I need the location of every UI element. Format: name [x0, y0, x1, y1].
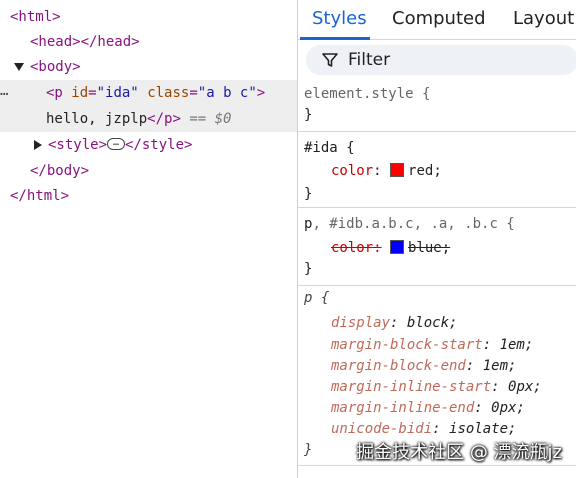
- css-value-overridden[interactable]: blue;: [408, 240, 450, 256]
- filter-icon: [322, 53, 338, 67]
- css-value: 1em;: [499, 337, 534, 353]
- html-close-tag: </html>: [10, 188, 70, 204]
- rule-close-brace: }: [304, 442, 313, 458]
- dom-node-p-selected[interactable]: … <p id="ida" class="a b c"> hello, jzpl…: [0, 80, 298, 132]
- rule-selector: p {: [304, 290, 330, 306]
- expand-toggle-icon[interactable]: [14, 63, 24, 71]
- collapsed-content-icon[interactable]: …: [107, 138, 126, 150]
- css-property[interactable]: color: [331, 163, 373, 179]
- dom-node-head[interactable]: <head></head>: [0, 29, 298, 55]
- css-value: 1em;: [482, 358, 517, 374]
- css-value[interactable]: red: [408, 163, 433, 179]
- p-tag-gt: >: [256, 85, 266, 101]
- styles-pane: Styles Computed Layout Filter element.st…: [298, 0, 576, 478]
- body-close-tag: </body>: [30, 163, 90, 179]
- css-property: margin-block-end: [331, 358, 466, 374]
- elements-dom-tree: <html> <head></head> <body> … <p id="ida…: [0, 0, 298, 478]
- rule-close-brace: }: [304, 261, 313, 277]
- attr-id-name: id: [71, 85, 89, 101]
- p-close-tag: </p>: [147, 111, 181, 127]
- dom-node-html-close[interactable]: </html>: [0, 183, 298, 209]
- tab-styles[interactable]: Styles: [312, 0, 367, 40]
- css-property-overridden[interactable]: color:: [331, 240, 382, 256]
- html-open-tag: <html>: [10, 9, 61, 25]
- head-open-tag: <head>: [30, 34, 81, 50]
- color-swatch-icon[interactable]: [390, 240, 405, 254]
- expand-toggle-icon[interactable]: [34, 140, 42, 150]
- attr-id-value: "ida": [96, 85, 139, 101]
- style-open-tag: <style>: [48, 137, 108, 153]
- css-value: 0px;: [508, 379, 542, 395]
- css-value: isolate;: [449, 421, 517, 437]
- tab-layout[interactable]: Layout: [513, 0, 574, 40]
- rule-selector: element.style {: [304, 86, 431, 102]
- css-property: margin-inline-end: [331, 400, 475, 416]
- css-property: unicode-bidi: [331, 421, 433, 437]
- head-close-tag: </head>: [80, 34, 140, 50]
- rule-close-brace: }: [304, 107, 313, 123]
- css-value: 0px;: [491, 400, 525, 416]
- dom-node-body[interactable]: <body>: [0, 54, 298, 80]
- rule-selector: #ida {: [304, 140, 355, 156]
- selected-node-marker: == $0: [189, 111, 232, 127]
- dom-node-html[interactable]: <html>: [0, 4, 298, 30]
- style-close-tag: </style>: [125, 137, 193, 153]
- p-open-tag: <p: [46, 85, 63, 101]
- node-actions-icon[interactable]: …: [0, 80, 10, 106]
- p-text-content: hello, jzplp: [46, 111, 148, 127]
- rule-overridden[interactable]: p, #idb.a.b.c, .a, .b.c { color: blue; }: [298, 208, 576, 286]
- rule-close-brace: }: [304, 186, 313, 202]
- css-property: display: [331, 315, 391, 331]
- tab-computed[interactable]: Computed: [392, 0, 486, 40]
- rule-element-style[interactable]: element.style { }: [298, 80, 576, 132]
- sidebar-tabs: Styles Computed Layout: [298, 0, 576, 40]
- active-tab-indicator: [300, 37, 370, 40]
- color-swatch-icon[interactable]: [390, 163, 405, 177]
- dom-node-body-close[interactable]: </body>: [0, 158, 298, 184]
- body-open-tag: <body>: [30, 59, 81, 75]
- filter-placeholder: Filter: [348, 50, 391, 70]
- dom-node-style[interactable]: <style>… </style>: [0, 132, 298, 158]
- css-property: margin-inline-start: [331, 379, 492, 395]
- rule-selector-rest: , #idb.a.b.c, .a, .b.c {: [312, 216, 515, 232]
- rule-ida[interactable]: #ida { color: red; }: [298, 132, 576, 208]
- watermark: 掘金技术社区 @ 漂流瓶jz: [356, 442, 562, 463]
- attr-class-name: class: [147, 85, 190, 101]
- css-property: margin-block-start: [331, 337, 483, 353]
- attr-class-value: "a b c": [197, 85, 257, 101]
- css-value: block;: [406, 315, 458, 331]
- filter-input[interactable]: Filter: [306, 45, 576, 75]
